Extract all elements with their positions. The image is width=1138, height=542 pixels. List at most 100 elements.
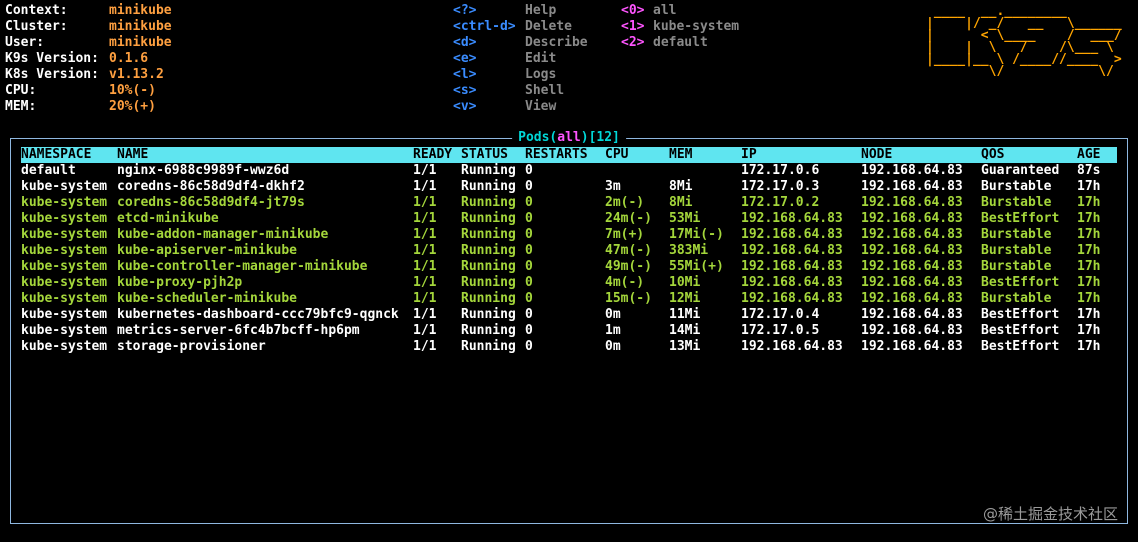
- table-cell: kube-apiserver-minikube: [117, 243, 298, 258]
- table-cell: 15m(-): [605, 291, 652, 306]
- table-header: NAMESPACE NAME READY STATUS RESTARTS CPU MEM IP…: [21, 147, 1117, 163]
- table-cell: kube-system: [21, 339, 108, 354]
- table-cell: 192.168.64.83: [861, 291, 963, 306]
- table-cell: default: [21, 163, 76, 178]
- table-cell: 17h: [1077, 323, 1101, 338]
- table-cell: kube-system: [21, 307, 108, 322]
- table-cell: 17h: [1077, 195, 1101, 210]
- table-cell: 1/1: [413, 323, 437, 338]
- table-cell: Running: [461, 243, 516, 258]
- table-row[interactable]: kube-system kubernetes-dashboard-ccc79bfc…: [21, 307, 1117, 323]
- shortcut-action[interactable]: Delete: [525, 19, 572, 35]
- table-row[interactable]: kube-system etcd-minikube 1/1 Running 0 24m(-…: [21, 211, 1117, 227]
- info-value: v1.13.2: [109, 67, 164, 82]
- column-header[interactable]: READY: [413, 147, 452, 163]
- table-row[interactable]: default nginx-6988c9989f-wwz6d 1/1 Running 0…: [21, 163, 1117, 179]
- table-cell: BestEffort: [981, 307, 1060, 322]
- table-cell: Running: [461, 259, 516, 274]
- table-cell: 1/1: [413, 195, 437, 210]
- table-cell: Guaranteed: [981, 163, 1060, 178]
- table-cell: 0: [525, 275, 533, 290]
- info-label: Context:: [5, 3, 68, 18]
- shortcut-key[interactable]: <l>: [453, 67, 476, 83]
- namespace-name[interactable]: default: [653, 35, 708, 51]
- table-cell: BestEffort: [981, 339, 1060, 354]
- table-cell: kube-proxy-pjh2p: [117, 275, 243, 290]
- table-cell: 192.168.64.83: [861, 227, 963, 242]
- column-header[interactable]: CPU: [605, 147, 628, 163]
- shortcut-key[interactable]: <s>: [453, 83, 476, 99]
- table-cell: 0: [525, 259, 533, 274]
- table-cell: 24m(-): [605, 211, 652, 226]
- column-header[interactable]: MEM: [669, 147, 692, 163]
- shortcut-action[interactable]: View: [525, 99, 556, 115]
- table-cell: 172.17.0.5: [741, 323, 820, 338]
- shortcut-action[interactable]: Describe: [525, 35, 588, 51]
- table-cell: 49m(-): [605, 259, 652, 274]
- table-cell: metrics-server-6fc4b7bcff-hp6pm: [117, 323, 360, 338]
- shortcut-action[interactable]: Help: [525, 3, 556, 19]
- table-cell: kubernetes-dashboard-ccc79bfc9-qgnck: [117, 307, 399, 322]
- namespace-name[interactable]: kube-system: [653, 19, 739, 35]
- shortcut-action[interactable]: Logs: [525, 67, 556, 83]
- column-header[interactable]: QOS: [981, 147, 1004, 163]
- namespace-name[interactable]: all: [653, 3, 676, 19]
- table-cell: 192.168.64.83: [861, 179, 963, 194]
- table-cell: BestEffort: [981, 323, 1060, 338]
- table-cell: Running: [461, 339, 516, 354]
- table-row[interactable]: kube-system kube-apiserver-minikube 1/1 Run…: [21, 243, 1117, 259]
- table-cell: kube-system: [21, 195, 108, 210]
- table-cell: 1/1: [413, 243, 437, 258]
- column-header[interactable]: RESTARTS: [525, 147, 588, 163]
- namespace-key[interactable]: <1>: [621, 19, 644, 35]
- frame-title-filter[interactable]: all: [557, 130, 580, 145]
- table-cell: 1/1: [413, 179, 437, 194]
- column-header[interactable]: STATUS: [461, 147, 508, 163]
- table-row[interactable]: kube-system kube-proxy-pjh2p 1/1 Running 0 4m…: [21, 275, 1117, 291]
- shortcut-key[interactable]: <e>: [453, 51, 476, 67]
- shortcut-action[interactable]: Shell: [525, 83, 564, 99]
- table-row[interactable]: kube-system coredns-86c58d9df4-jt79s 1/1 Ru…: [21, 195, 1117, 211]
- column-header[interactable]: AGE: [1077, 147, 1100, 163]
- table-row[interactable]: kube-system kube-scheduler-minikube 1/1 Run…: [21, 291, 1117, 307]
- column-header[interactable]: NAMESPACE: [21, 147, 91, 163]
- table-cell: 1/1: [413, 339, 437, 354]
- table-cell: 192.168.64.83: [861, 163, 963, 178]
- table-cell: 192.168.64.83: [741, 275, 843, 290]
- table-cell: Running: [461, 195, 516, 210]
- table-cell: kube-system: [21, 243, 108, 258]
- table-cell: kube-controller-manager-minikube: [117, 259, 368, 274]
- table-row[interactable]: kube-system kube-addon-manager-minikube 1/…: [21, 227, 1117, 243]
- info-value: 20%(+): [109, 99, 156, 114]
- table-cell: 192.168.64.83: [741, 211, 843, 226]
- table-cell: 17h: [1077, 307, 1101, 322]
- column-header[interactable]: NODE: [861, 147, 892, 163]
- table-cell: 17h: [1077, 227, 1101, 242]
- table-cell: 192.168.64.83: [861, 307, 963, 322]
- table-row[interactable]: kube-system kube-controller-manager-minik…: [21, 259, 1117, 275]
- table-row[interactable]: kube-system coredns-86c58d9df4-dkhf2 1/1 Ru…: [21, 179, 1117, 195]
- namespace-key[interactable]: <2>: [621, 35, 644, 51]
- column-header[interactable]: NAME: [117, 147, 148, 163]
- table-row[interactable]: kube-system metrics-server-6fc4b7bcff-hp6…: [21, 323, 1117, 339]
- table-cell: 0: [525, 307, 533, 322]
- table-cell: kube-scheduler-minikube: [117, 291, 298, 306]
- table-cell: 172.17.0.3: [741, 179, 820, 194]
- shortcut-action[interactable]: Edit: [525, 51, 556, 67]
- shortcut-key[interactable]: <ctrl-d>: [453, 19, 516, 35]
- table-cell: 0: [525, 323, 533, 338]
- table-cell: 383Mi: [669, 243, 709, 258]
- shortcut-key[interactable]: <?>: [453, 3, 476, 19]
- namespace-key[interactable]: <0>: [621, 3, 644, 19]
- table-cell: Burstable: [981, 195, 1052, 210]
- table-cell: Burstable: [981, 179, 1052, 194]
- shortcut-key[interactable]: <d>: [453, 35, 476, 51]
- table-cell: 1/1: [413, 307, 437, 322]
- table-cell: kube-system: [21, 275, 108, 290]
- table-cell: 17h: [1077, 291, 1101, 306]
- column-header[interactable]: IP: [741, 147, 757, 163]
- table-cell: Running: [461, 179, 516, 194]
- table-row[interactable]: kube-system storage-provisioner 1/1 Running…: [21, 339, 1117, 355]
- shortcut-key[interactable]: <v>: [453, 99, 476, 115]
- table-cell: 192.168.64.83: [741, 339, 843, 354]
